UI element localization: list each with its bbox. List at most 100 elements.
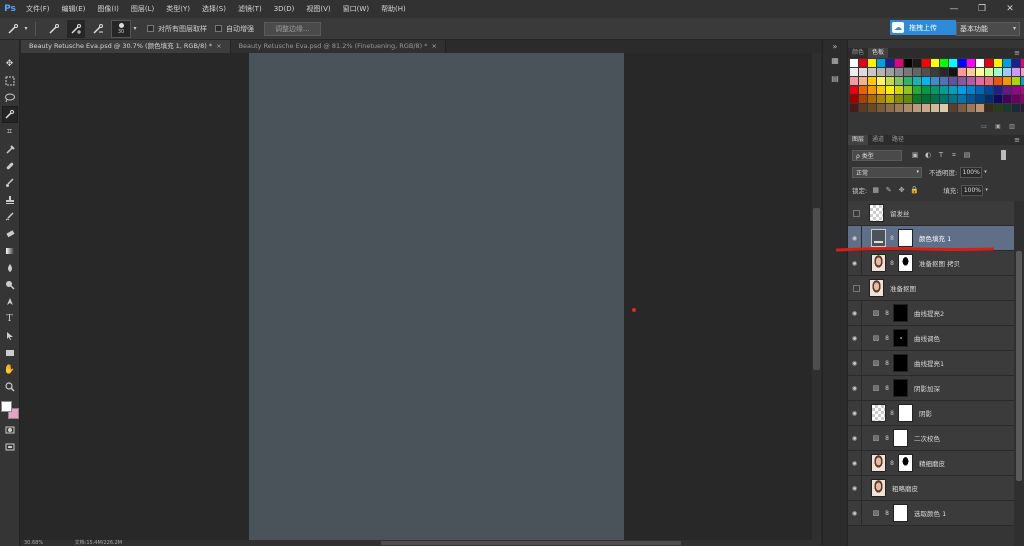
swatch[interactable] xyxy=(913,86,921,94)
swatch[interactable] xyxy=(985,86,993,94)
swatch[interactable] xyxy=(1003,104,1011,112)
close-button[interactable]: ✕ xyxy=(996,0,1024,18)
rectangle-tool-icon[interactable] xyxy=(2,344,18,361)
layer-mask-thumbnail[interactable] xyxy=(893,504,908,522)
collapse-arrows-icon[interactable]: » xyxy=(829,42,841,52)
swatch[interactable] xyxy=(868,77,876,85)
swatch[interactable] xyxy=(877,77,885,85)
link-icon[interactable]: 8 xyxy=(889,460,895,467)
auto-enhance-checkbox[interactable]: 自动增强 xyxy=(215,24,254,34)
canvas-area[interactable] xyxy=(21,53,812,540)
layer-thumbnail[interactable] xyxy=(869,279,884,297)
swatch[interactable] xyxy=(940,77,948,85)
visibility-toggle[interactable] xyxy=(853,284,860,292)
swatch[interactable] xyxy=(931,95,939,103)
swatch[interactable] xyxy=(895,77,903,85)
menu-view[interactable]: 视图(V) xyxy=(300,0,336,18)
new-swatch-icon[interactable]: ▣ xyxy=(994,123,1002,130)
menu-3d[interactable]: 3D(D) xyxy=(268,0,301,18)
shape-filter-icon[interactable]: ⌗ xyxy=(949,150,959,160)
opacity-input[interactable]: 100% xyxy=(960,166,983,178)
type-filter-icon[interactable]: T xyxy=(936,150,946,160)
layer-mask-thumbnail[interactable] xyxy=(898,404,913,422)
layer-thumbnail[interactable] xyxy=(871,229,886,247)
swatch[interactable] xyxy=(1003,95,1011,103)
layer-row[interactable]: ◉ 8 准备抠图 拷贝 xyxy=(848,250,1014,276)
layer-mask-thumbnail[interactable] xyxy=(898,254,913,272)
swatch[interactable] xyxy=(976,95,984,103)
swatch[interactable] xyxy=(913,95,921,103)
swatch[interactable] xyxy=(1012,68,1020,76)
trash-icon[interactable]: ▥ xyxy=(1008,123,1016,130)
swatch[interactable] xyxy=(850,86,858,94)
subtract-from-selection-icon[interactable] xyxy=(89,20,107,38)
brush-dropdown-icon[interactable]: ▾ xyxy=(131,20,139,38)
swatch[interactable] xyxy=(994,68,1002,76)
layer-mask-thumbnail[interactable] xyxy=(893,429,908,447)
eye-icon[interactable]: ◉ xyxy=(848,325,862,351)
lock-transparent-icon[interactable]: ▦ xyxy=(871,185,880,195)
swatch[interactable] xyxy=(877,68,885,76)
swatch[interactable] xyxy=(877,86,885,94)
eye-icon[interactable]: ◉ xyxy=(848,500,862,526)
tab-layers[interactable]: 图层 xyxy=(848,135,869,145)
layer-thumbnail[interactable] xyxy=(871,479,886,497)
swatch[interactable] xyxy=(967,95,975,103)
swatch[interactable] xyxy=(886,104,894,112)
lock-image-icon[interactable]: ✎ xyxy=(884,185,893,195)
swatch[interactable] xyxy=(1012,77,1020,85)
menu-type[interactable]: 类型(Y) xyxy=(160,0,196,18)
swatch[interactable] xyxy=(994,59,1002,67)
swatch[interactable] xyxy=(967,104,975,112)
link-icon[interactable]: 8 xyxy=(889,260,895,267)
panel-menu-icon[interactable]: ≡ xyxy=(1014,135,1020,145)
eye-icon[interactable]: ◉ xyxy=(848,425,862,451)
menu-filter[interactable]: 滤镜(T) xyxy=(232,0,268,18)
swatch[interactable] xyxy=(886,68,894,76)
eraser-tool-icon[interactable] xyxy=(2,225,18,242)
lock-all-icon[interactable]: 🔒 xyxy=(910,185,919,195)
path-selection-tool-icon[interactable] xyxy=(2,327,18,344)
close-icon[interactable]: × xyxy=(432,42,437,50)
swatch[interactable] xyxy=(859,104,867,112)
hand-tool-icon[interactable]: ✋ xyxy=(2,361,18,378)
smart-object-filter-icon[interactable]: ▤ xyxy=(962,150,972,160)
swatch[interactable] xyxy=(994,86,1002,94)
swatch[interactable] xyxy=(922,68,930,76)
swatch[interactable] xyxy=(886,77,894,85)
swatch[interactable] xyxy=(859,86,867,94)
swatch[interactable] xyxy=(877,59,885,67)
move-tool-icon[interactable]: ✥ xyxy=(2,55,18,72)
swatch[interactable] xyxy=(958,86,966,94)
swatch[interactable] xyxy=(949,68,957,76)
menu-file[interactable]: 文件(F) xyxy=(20,0,56,18)
layer-row[interactable]: ◉ ▨ 8 曲线提亮1 xyxy=(848,350,1014,376)
swatch[interactable] xyxy=(850,104,858,112)
swatch[interactable] xyxy=(958,95,966,103)
quick-selection-icon[interactable] xyxy=(4,20,22,38)
link-icon[interactable]: 8 xyxy=(884,310,890,317)
link-icon[interactable]: 8 xyxy=(884,385,890,392)
zoom-tool-icon[interactable] xyxy=(2,378,18,395)
swatch[interactable] xyxy=(904,86,912,94)
swatch[interactable] xyxy=(904,77,912,85)
swatch[interactable] xyxy=(931,86,939,94)
swatch[interactable] xyxy=(904,59,912,67)
swatch[interactable] xyxy=(922,86,930,94)
swatch[interactable] xyxy=(940,95,948,103)
swatch[interactable] xyxy=(868,68,876,76)
link-icon[interactable]: 8 xyxy=(889,410,895,417)
swatch[interactable] xyxy=(922,77,930,85)
swatch[interactable] xyxy=(976,77,984,85)
swatch[interactable] xyxy=(922,59,930,67)
swatch[interactable] xyxy=(949,77,957,85)
properties-icon[interactable]: ▤ xyxy=(829,74,841,84)
swatch[interactable] xyxy=(868,86,876,94)
healing-brush-tool-icon[interactable] xyxy=(2,157,18,174)
eye-icon[interactable]: ◉ xyxy=(848,450,862,476)
layer-row[interactable]: ◉ ▨ 8 二次校色 xyxy=(848,425,1014,451)
swatch[interactable] xyxy=(850,95,858,103)
swatch[interactable] xyxy=(940,104,948,112)
marquee-tool-icon[interactable] xyxy=(2,72,18,89)
layer-thumbnail[interactable] xyxy=(871,454,886,472)
